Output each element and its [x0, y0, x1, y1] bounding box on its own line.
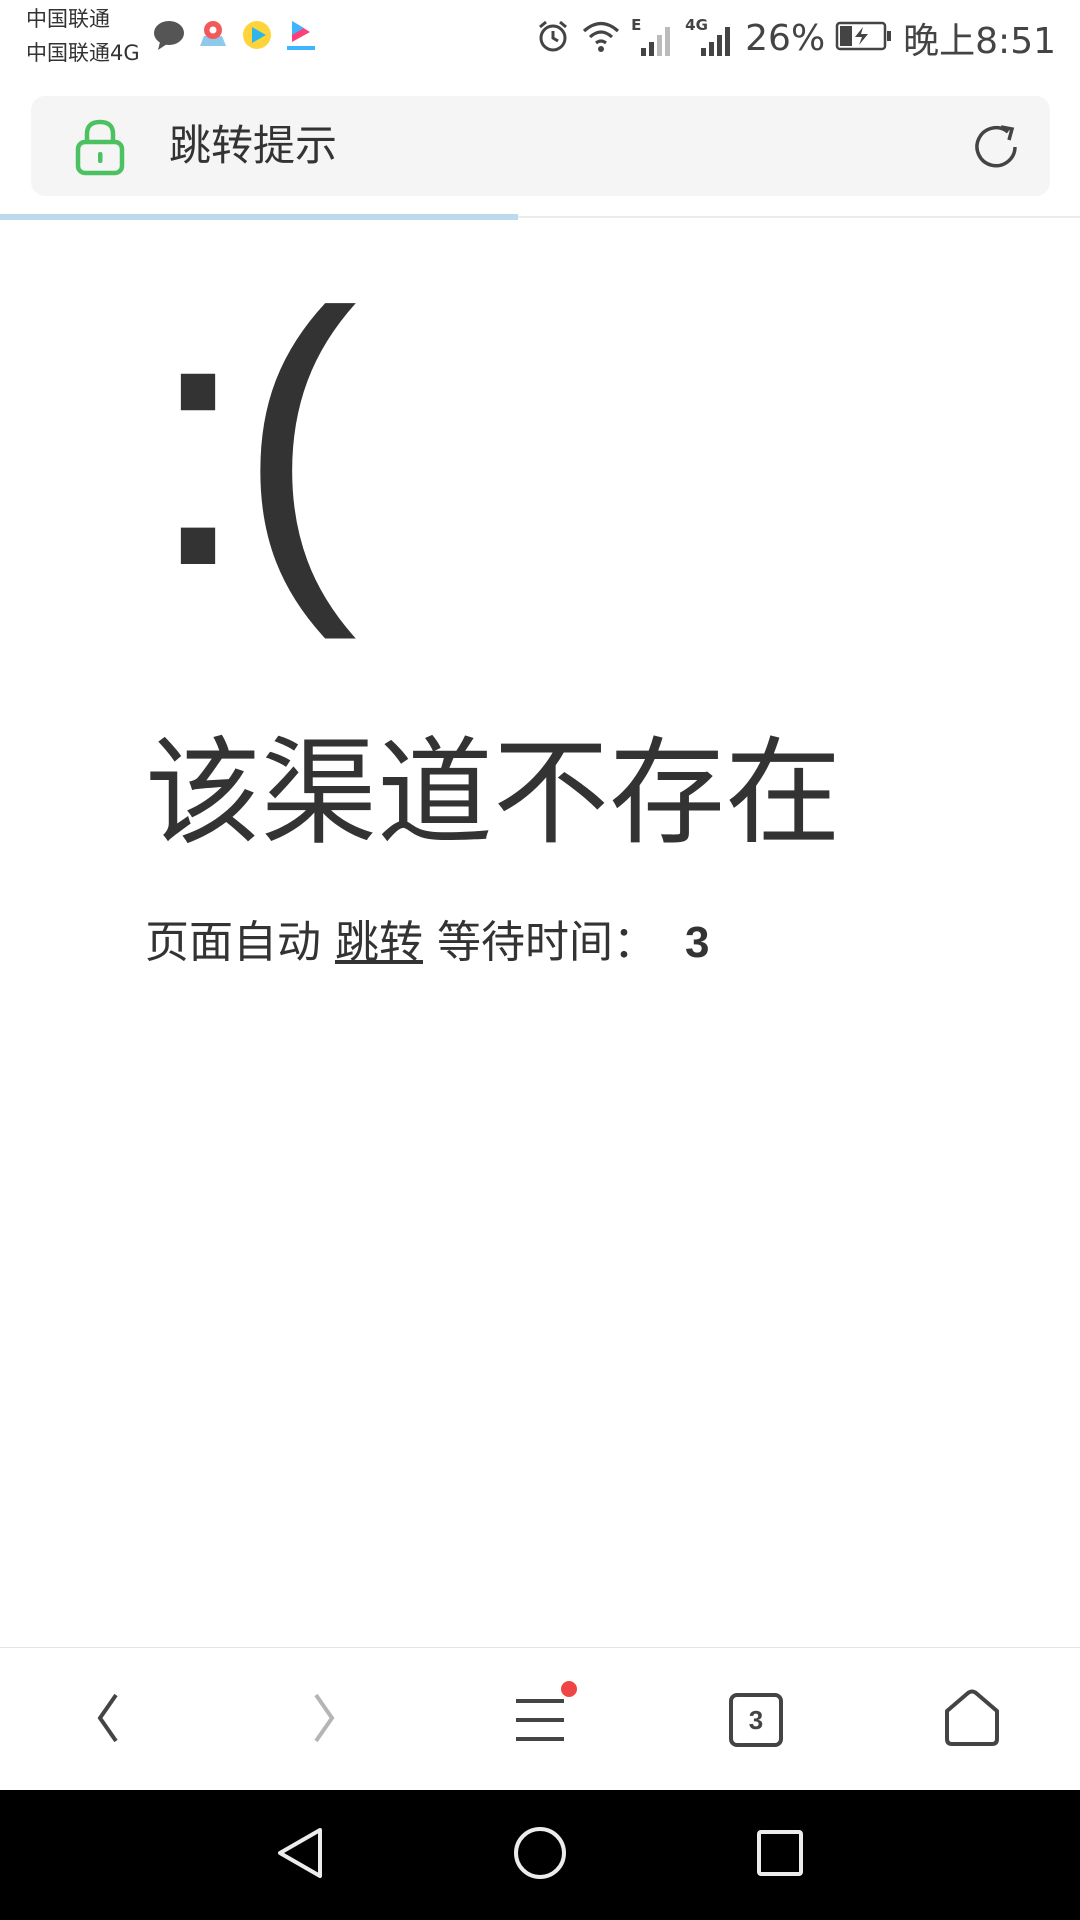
lock-icon [74, 118, 126, 180]
system-back-button[interactable] [235, 1790, 365, 1920]
signal-e-icon: E [631, 16, 675, 58]
redirect-notice: 页面自动 跳转 等待时间： 3 [145, 913, 709, 973]
redirect-prefix: 页面自动 [145, 917, 321, 968]
page-title: 跳转提示 [169, 121, 338, 170]
map-app-icon [196, 18, 230, 52]
tab-count: 3 [748, 1704, 764, 1735]
browser-toolbar: 3 [0, 1647, 1080, 1791]
battery-percent: 26% [745, 17, 826, 59]
menu-icon [513, 1680, 577, 1745]
back-button[interactable] [39, 1648, 179, 1791]
chat-bubble-icon [152, 18, 186, 52]
system-nav-bar [0, 1790, 1080, 1920]
address-bar[interactable]: 跳转提示 [31, 96, 1050, 196]
redirect-suffix: 等待时间： [437, 917, 657, 968]
status-right-group: E 4G 26% 晚上8:51 [535, 14, 1056, 62]
notification-dot [561, 1680, 577, 1697]
redirect-link[interactable]: 跳转 [335, 917, 423, 968]
tab-count-icon: 3 [728, 1692, 784, 1748]
battery-charging-icon [835, 20, 893, 56]
forward-arrow-icon [308, 1691, 338, 1749]
video-app-icon [240, 18, 274, 52]
status-bar: 中国联通 中国联通4G E 4G 26% 晚上8:51 [0, 0, 1080, 80]
load-progress-fill [0, 214, 518, 220]
nav-back-icon [274, 1825, 326, 1885]
countdown-value: 3 [685, 918, 710, 967]
alarm-clock-icon [535, 18, 571, 58]
sad-face-emoticon: :( [148, 239, 358, 641]
notification-icons [152, 18, 318, 52]
back-arrow-icon [94, 1691, 124, 1749]
error-headline: 该渠道不存在 [145, 726, 841, 861]
carrier-name-2: 中国联通4G [26, 41, 140, 65]
reload-icon[interactable] [970, 121, 1022, 177]
nav-recents-icon [756, 1829, 804, 1881]
system-recents-button[interactable] [715, 1790, 845, 1920]
home-button[interactable] [902, 1648, 1042, 1791]
wifi-icon [581, 18, 621, 58]
youku-app-icon [284, 18, 318, 52]
carrier-name-1: 中国联通 [26, 7, 110, 31]
tabs-button[interactable]: 3 [686, 1648, 826, 1791]
forward-button[interactable] [253, 1648, 393, 1791]
signal-4g-icon: 4G [685, 16, 735, 58]
nav-home-icon [512, 1825, 568, 1885]
clock-time: 晚上8:51 [903, 21, 1056, 62]
home-icon [942, 1689, 1002, 1751]
system-home-button[interactable] [475, 1790, 605, 1920]
menu-button[interactable] [470, 1648, 610, 1791]
